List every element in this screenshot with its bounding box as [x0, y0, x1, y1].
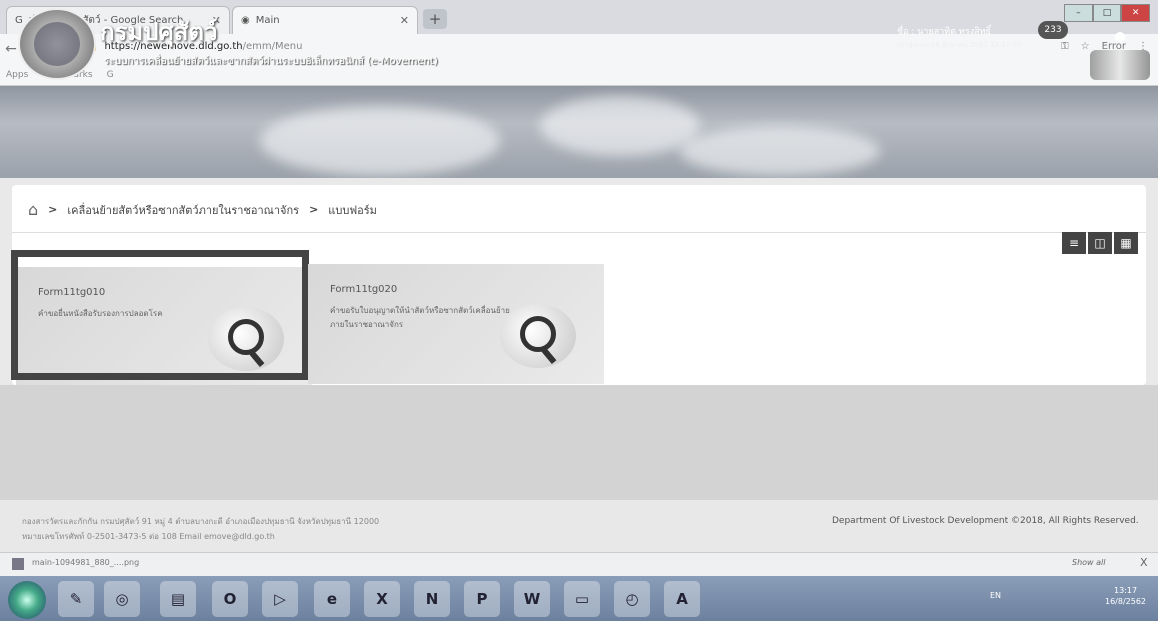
show-all-link[interactable]: Show all	[1072, 558, 1105, 567]
start-button[interactable]	[8, 581, 46, 619]
site-header	[0, 86, 1158, 178]
footer-copyright: Department Of Livestock Development ©201…	[832, 516, 1139, 526]
chrome-alt-icon[interactable]: ◴	[614, 581, 650, 617]
notification-badge[interactable]: 233	[1038, 21, 1068, 39]
chevron-right-icon: >	[48, 203, 58, 216]
site-subtitle: ระบบการเคลื่อนย้ายสัตว์และซากสัตว์ผ่านระ…	[104, 56, 438, 67]
google-icon: G	[15, 15, 23, 26]
star-icon[interactable]: ☆	[1081, 41, 1090, 52]
download-item[interactable]: main-1094981_880_....png	[32, 558, 139, 567]
logo-emblem	[34, 22, 80, 66]
home-icon[interactable]: ⌂	[28, 200, 38, 219]
url-path: /emm/Menu	[242, 41, 303, 52]
two-column-view-icon[interactable]: ◫	[1088, 232, 1112, 254]
footer-contact-line: หมายเลขโทรศัพท์ 0-2501-3473-5 ต่อ 108 Em…	[22, 532, 275, 542]
minimize-icon[interactable]: –	[1064, 4, 1093, 22]
list-view-icon[interactable]: ≡	[1062, 232, 1086, 254]
form-description: คำขอรับใบอนุญาตให้นำสัตว์หรือซากสัตว์เคล…	[330, 306, 510, 330]
download-bar	[0, 552, 1158, 576]
new-tab-button[interactable]: +	[423, 9, 447, 29]
excel-icon[interactable]: X	[364, 581, 400, 617]
bookmark-google[interactable]: G	[107, 70, 114, 80]
footer-address: กองสารวัตรและกักกัน กรมปศุสัตว์ 91 หมู่ …	[22, 514, 379, 544]
paint-icon[interactable]: ✎	[58, 581, 94, 617]
grid-view-icon[interactable]: ▦	[1114, 232, 1138, 254]
chrome-icon[interactable]: ◎	[104, 581, 140, 617]
language-indicator[interactable]: EN	[990, 591, 1001, 600]
bookmark-apps[interactable]: Apps	[6, 70, 28, 80]
divider	[12, 232, 1146, 233]
taskbar-clock[interactable]: 13:17 16/8/2562	[1105, 585, 1146, 607]
ie-icon[interactable]: e	[314, 581, 350, 617]
window-controls: – □ ✕	[1064, 4, 1151, 22]
footer-address-line: กองสารวัตรและกักกัน กรมปศุสัตว์ 91 หมู่ …	[22, 517, 380, 526]
livestock-image	[1090, 50, 1150, 80]
key-icon[interactable]: ⚿	[1061, 41, 1069, 52]
user-name: ชื่อ : นายสาทิต ทรงสิทธิ์	[897, 27, 992, 37]
form-code: Form11tg020	[330, 284, 398, 295]
powerpoint-icon[interactable]: P	[464, 581, 500, 617]
tab-title: Main	[255, 15, 280, 26]
breadcrumb: ⌂ > เคลื่อนย้ายสัตว์หรือซากสัตว์ภายในราช…	[28, 200, 377, 219]
close-tab-icon[interactable]: ✕	[400, 14, 409, 27]
pdf-icon[interactable]: A	[664, 581, 700, 617]
outlook-icon[interactable]: O	[212, 581, 248, 617]
content-background	[0, 385, 1158, 500]
breadcrumb-item-movement[interactable]: เคลื่อนย้ายสัตว์หรือซากสัตว์ภายในราชอาณา…	[67, 201, 299, 219]
user-status-icon[interactable]	[1115, 32, 1125, 42]
file-manager-icon[interactable]: ▭	[564, 581, 600, 617]
breadcrumb-item-form: แบบฟอร์ม	[328, 203, 377, 217]
clock-date: 16/8/2562	[1105, 597, 1147, 607]
chevron-right-icon: >	[309, 203, 319, 216]
login-date: เข้าสู่ระบบ 16 สิงหาคม 2562 13:17:03	[897, 41, 1022, 49]
site-title: กรมปศุสัตว์	[100, 17, 218, 46]
close-window-icon[interactable]: ✕	[1121, 4, 1151, 22]
clock-time: 13:17	[1113, 586, 1138, 595]
media-player-icon[interactable]: ▷	[262, 581, 298, 617]
view-toggles: ≡ ◫ ▦	[1062, 232, 1138, 254]
site-favicon-icon: ◉	[241, 15, 250, 26]
explorer-icon[interactable]: ▤	[160, 581, 196, 617]
form-card-2[interactable]: Form11tg020 คำขอรับใบอนุญาตให้นำสัตว์หรื…	[308, 264, 604, 384]
onenote-icon[interactable]: N	[414, 581, 450, 617]
word-icon[interactable]: W	[514, 581, 550, 617]
selection-highlight	[11, 250, 309, 380]
magnifier-icon	[500, 304, 576, 368]
maximize-icon[interactable]: □	[1092, 4, 1122, 22]
tab-main[interactable]: ◉ Main ✕	[232, 6, 418, 34]
image-file-icon	[12, 558, 24, 570]
close-download-bar-icon[interactable]: X	[1140, 556, 1148, 569]
